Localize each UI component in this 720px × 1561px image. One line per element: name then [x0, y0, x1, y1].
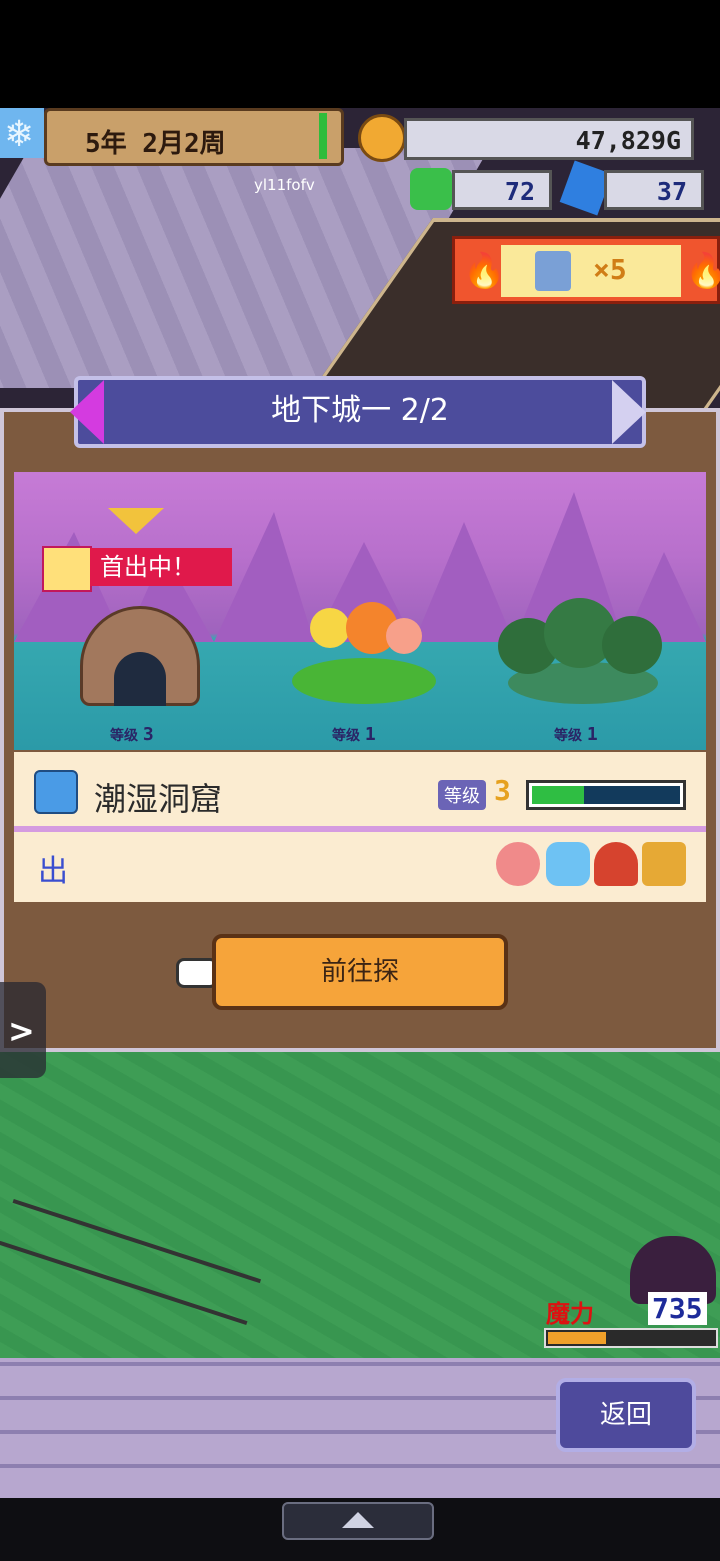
gold-value: 47,829G	[575, 126, 681, 155]
dungeon-title: 地下城一 2/2	[271, 393, 449, 428]
mana-bar	[544, 1328, 718, 1348]
dungeon-title-plate: 地下城一 2/2	[74, 376, 646, 448]
progress-fill	[532, 786, 584, 804]
date-panel: 5年 2月2周	[44, 108, 344, 166]
mushroom-avatar-icon	[42, 546, 92, 592]
monster-value: 72	[504, 177, 535, 206]
chevron-up-icon	[342, 1512, 374, 1528]
first-out-badge: 首出中！	[90, 548, 232, 586]
gold-coin-icon	[358, 114, 406, 162]
crystal-value: 37	[656, 177, 687, 206]
mana-fill	[548, 1332, 606, 1344]
back-button-label: 返回	[599, 1400, 652, 1430]
location-cave[interactable]	[70, 606, 210, 708]
selection-arrow-icon	[108, 508, 164, 534]
gold-counter: 47,829G	[404, 118, 694, 160]
island-icon	[292, 658, 436, 704]
flower-icon	[310, 608, 350, 648]
dungeon-map-scene: 首出中！ 等级 3 等级 1 等级 1	[14, 472, 706, 750]
next-dungeon-button[interactable]	[612, 380, 646, 444]
selected-level-label: 等级	[438, 780, 486, 810]
location-level-value: 1	[364, 724, 376, 745]
pink-slime-icon	[496, 842, 540, 886]
party-banner[interactable]: 🔥 ×5 🔥	[452, 236, 720, 304]
party-multiplier: ×5	[593, 253, 627, 286]
appear-label: 出	[38, 854, 68, 889]
level-label: 等级	[110, 728, 138, 744]
back-button[interactable]: 返回	[556, 1378, 696, 1452]
cave-icon	[34, 770, 78, 814]
hero-icon	[535, 251, 571, 291]
appearing-monsters-row: 出	[14, 832, 706, 902]
mana-label: 魔力	[546, 1300, 594, 1328]
location-forest[interactable]	[498, 598, 666, 706]
crystal-counter: 37	[604, 170, 704, 210]
flame-icon: 🔥	[685, 251, 720, 291]
expand-handle[interactable]	[282, 1502, 434, 1540]
location-level-label: 等级 1	[554, 724, 598, 745]
monster-counter: 72	[452, 170, 552, 210]
flame-icon: 🔥	[463, 251, 506, 291]
side-menu-toggle[interactable]: >	[0, 982, 46, 1078]
season-gauge	[319, 113, 327, 159]
snowflake-icon: ❄	[0, 108, 44, 158]
location-level-label: 等级 3	[110, 724, 154, 745]
explore-button-label: 前往探	[320, 957, 399, 987]
mana-value: 735	[648, 1292, 707, 1325]
location-level-value: 1	[586, 724, 598, 745]
selected-dungeon-row: 潮湿洞窟 等级 3	[14, 752, 706, 826]
cave-entrance	[114, 652, 166, 706]
level-label: 等级	[332, 728, 360, 744]
location-flower-field[interactable]	[292, 598, 436, 706]
flower-icon	[386, 618, 422, 654]
username: yl11fofv	[254, 176, 315, 194]
selected-level-value: 3	[494, 774, 511, 807]
monster-icon	[410, 168, 452, 210]
date-text: 5年 2月2周	[85, 129, 226, 159]
exploration-progress-bar	[526, 780, 686, 810]
explore-button[interactable]: 前往探	[212, 934, 508, 1010]
svg-text:❄: ❄	[4, 114, 34, 155]
party-box: ×5	[501, 245, 681, 297]
prev-dungeon-button[interactable]	[70, 380, 104, 444]
chevron-right-icon: >	[8, 1012, 35, 1050]
selected-dungeon-name: 潮湿洞窟	[94, 780, 223, 818]
level-label: 等级	[554, 728, 582, 744]
blue-rabbit-icon	[546, 842, 590, 886]
system-bottom-bar	[0, 1498, 720, 1561]
yellow-dog-icon	[642, 842, 686, 886]
grass-field	[0, 1038, 720, 1358]
location-level-value: 3	[142, 724, 154, 745]
location-level-label: 等级 1	[332, 724, 376, 745]
tree-icon	[602, 616, 662, 674]
mushroom-monster-icon	[594, 842, 638, 886]
